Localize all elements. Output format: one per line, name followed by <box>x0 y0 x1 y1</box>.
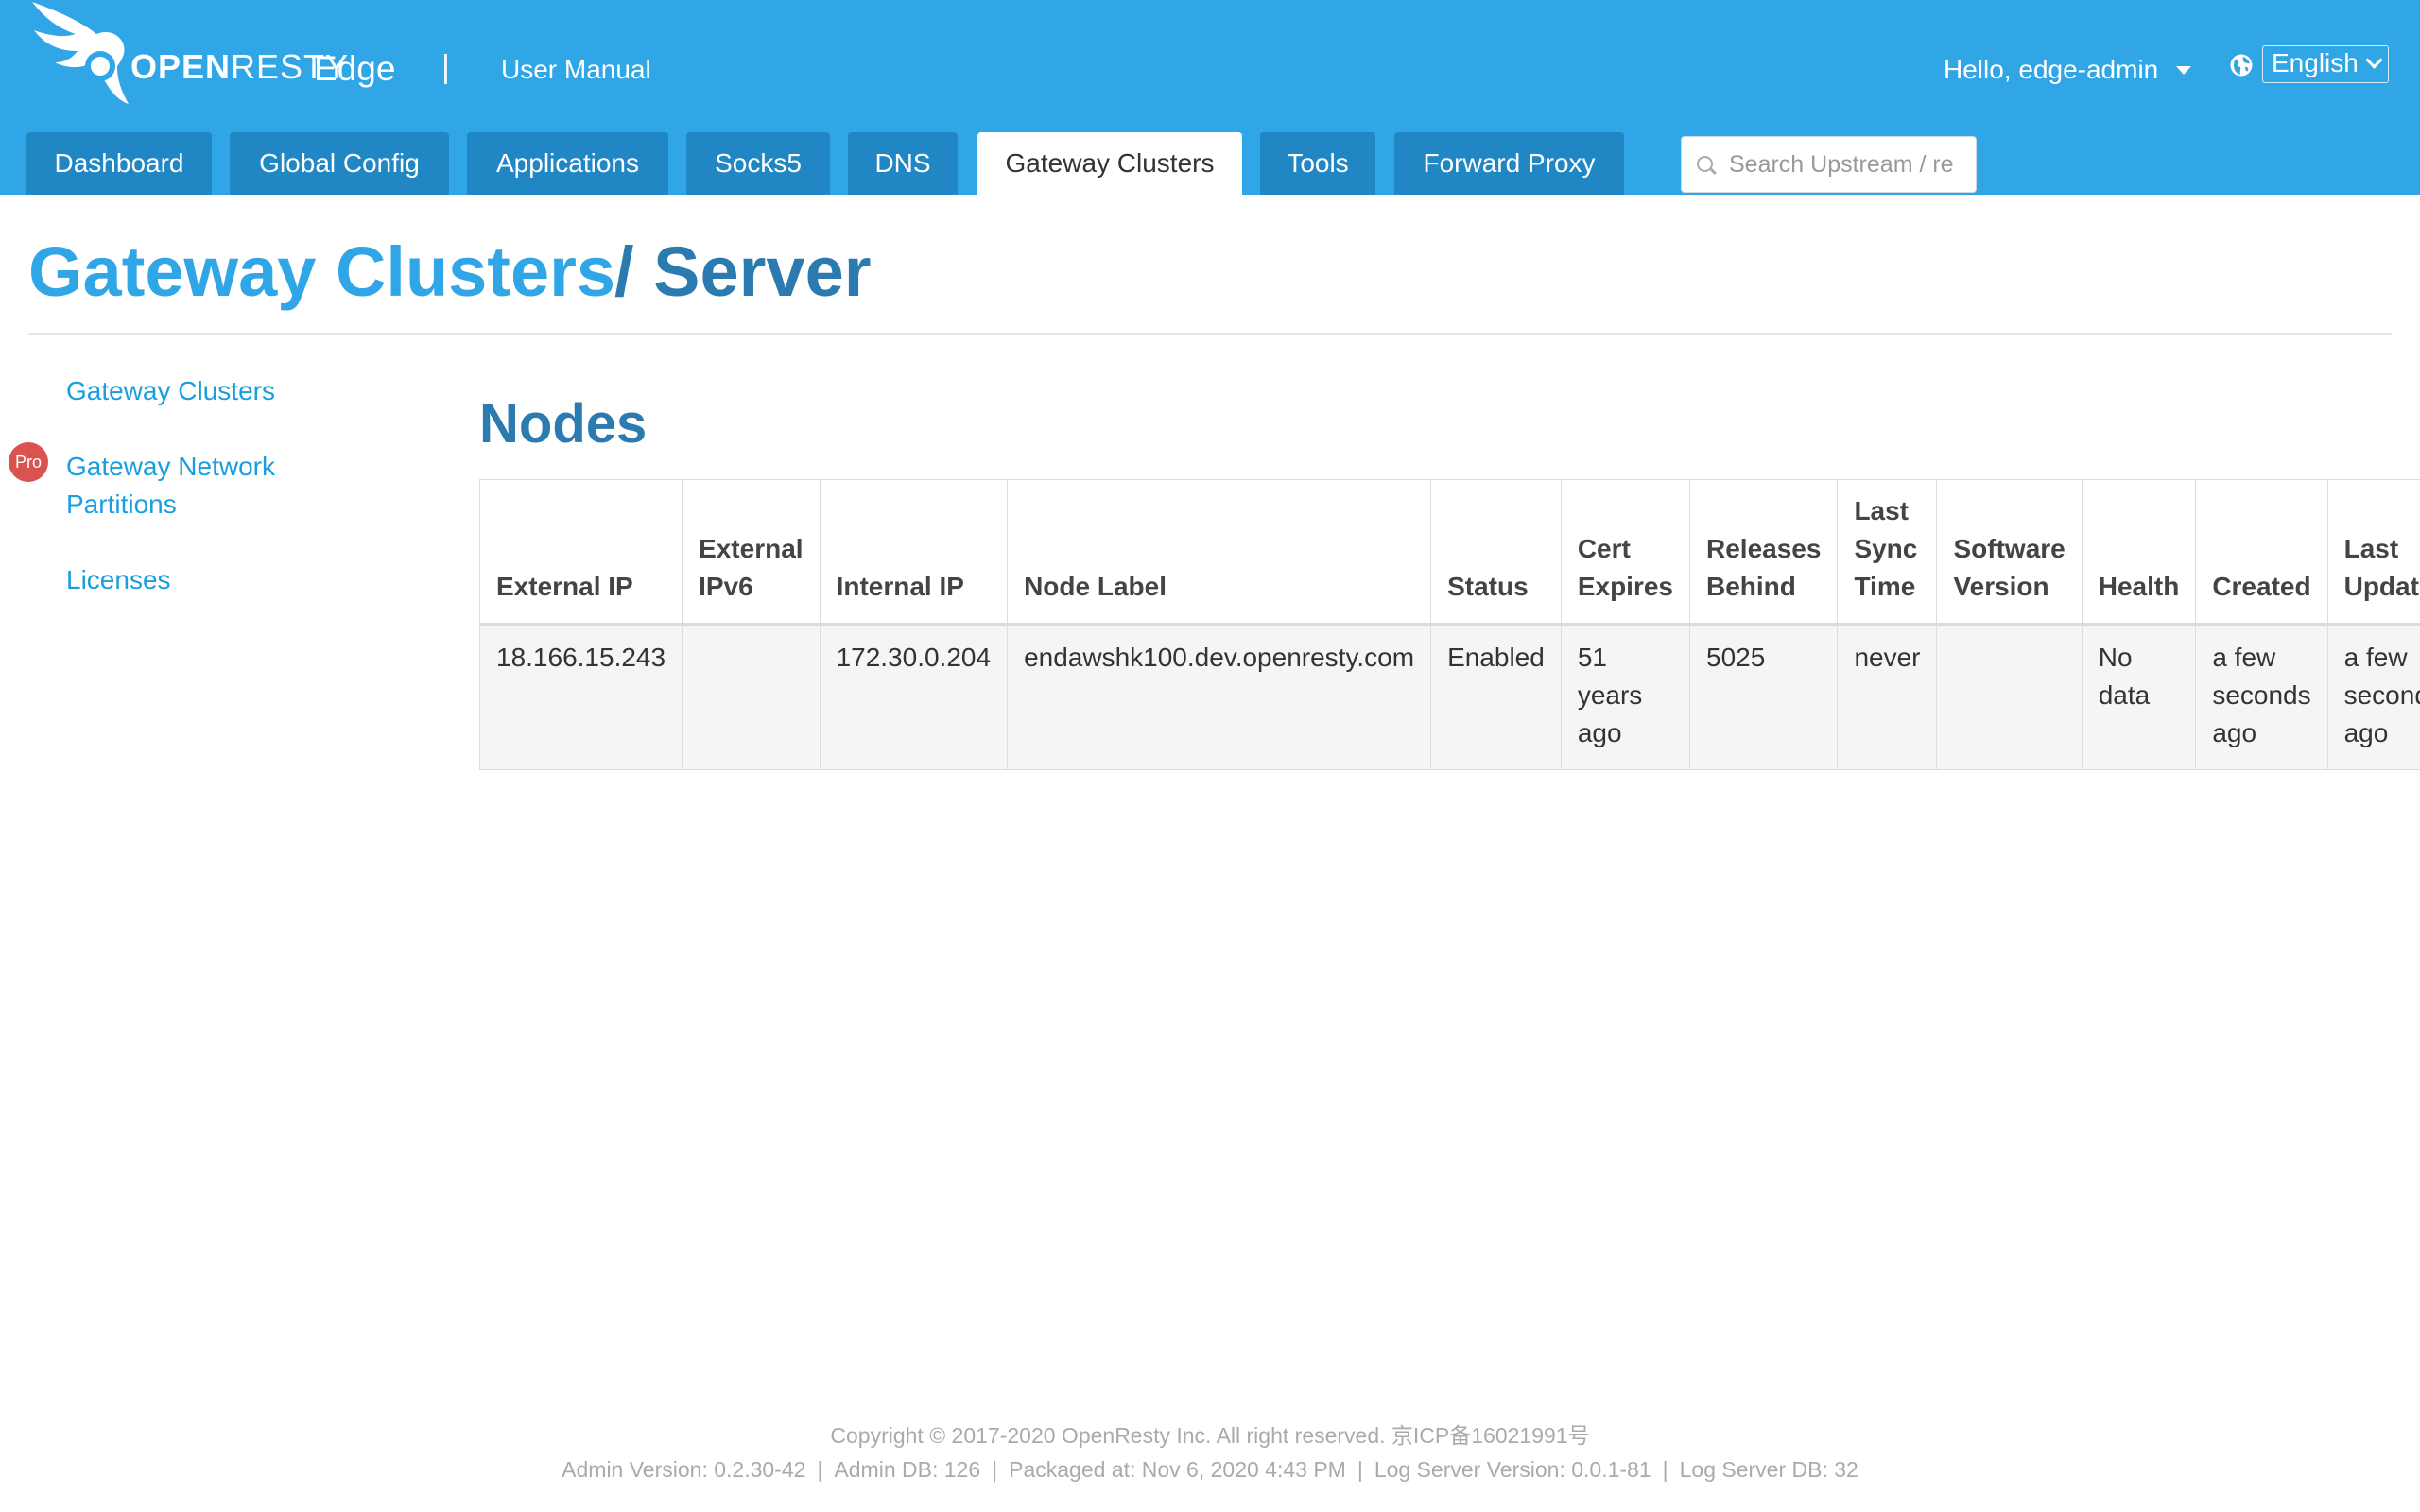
footer-separator: | <box>817 1457 823 1482</box>
footer-copyright: Copyright © 2017-2020 OpenResty Inc. All… <box>830 1423 1590 1448</box>
tab-forward-proxy[interactable]: Forward Proxy <box>1394 132 1624 195</box>
user-manual-link[interactable]: User Manual <box>501 55 651 85</box>
cell-internal-ip: 172.30.0.204 <box>819 624 1009 770</box>
table-header-row: External IP External IPv6 Internal IP No… <box>478 479 2420 625</box>
column-header[interactable]: External IP <box>478 479 683 625</box>
header-separator: | <box>441 49 450 85</box>
caret-down-icon[interactable] <box>2176 66 2191 75</box>
tab-gateway-clusters[interactable]: Gateway Clusters <box>977 132 1242 195</box>
tab-dashboard[interactable]: Dashboard <box>26 132 212 195</box>
page-title: / Server <box>614 232 872 311</box>
globe-icon <box>2230 54 2253 77</box>
column-header[interactable]: Created <box>2195 479 2328 625</box>
table-row[interactable]: 18.166.15.243 172.30.0.204 endawshk100.d… <box>478 624 2420 770</box>
product-name: Edge <box>314 49 396 88</box>
tab-socks5[interactable]: Socks5 <box>686 132 830 195</box>
footer-separator: | <box>1662 1457 1668 1482</box>
bird-logo-icon <box>32 2 129 104</box>
cell-node-label: endawshk100.dev.openresty.com <box>1007 624 1432 770</box>
log-server-db: Log Server DB: 32 <box>1679 1457 1858 1482</box>
cell-releases-behind: 5025 <box>1688 624 1839 770</box>
nodes-heading: Nodes <box>479 393 648 455</box>
admin-version: Admin Version: 0.2.30-42 <box>562 1457 806 1482</box>
cell-software-version <box>1936 624 2083 770</box>
column-header[interactable]: Cert Expires <box>1560 479 1691 625</box>
cell-external-ip[interactable]: 18.166.15.243 <box>478 624 683 770</box>
title-divider <box>28 333 2392 335</box>
column-header[interactable]: Software Version <box>1936 479 2083 625</box>
sidebar-item-gateway-clusters[interactable]: Gateway Clusters <box>66 372 275 410</box>
cell-last-updated: a few seconds ago <box>2326 624 2420 770</box>
column-header[interactable]: Node Label <box>1007 479 1432 625</box>
sidebar-item-gateway-network-partitions[interactable]: Gateway Network Partitions <box>66 448 275 524</box>
footer-separator: | <box>1357 1457 1363 1482</box>
search-input[interactable] <box>1729 148 1965 180</box>
column-header[interactable]: Status <box>1430 479 1562 625</box>
language-select[interactable]: English <box>2262 45 2389 83</box>
nodes-table: External IP External IPv6 Internal IP No… <box>478 479 2420 770</box>
sidebar-item-label: Gateway Network <box>66 452 275 481</box>
column-header[interactable]: Last Sync Time <box>1837 479 1938 625</box>
user-menu[interactable]: Hello, edge-admin <box>1944 55 2158 85</box>
cell-last-sync-time: never <box>1837 624 1938 770</box>
openresty-logo[interactable]: OPENRESTY <box>26 0 348 109</box>
breadcrumb-parent[interactable]: Gateway Clusters <box>28 232 615 312</box>
packaged-at: Packaged at: Nov 6, 2020 4:43 PM <box>1009 1457 1346 1482</box>
tab-global-config[interactable]: Global Config <box>230 132 449 195</box>
search-icon <box>1697 156 1713 172</box>
cell-health: No data <box>2081 624 2197 770</box>
footer-versions: Admin Version: 0.2.30-42 | Admin DB: 126 | P… <box>0 1457 2420 1483</box>
column-header[interactable]: Last Updated <box>2326 479 2420 625</box>
admin-db: Admin DB: 126 <box>834 1457 981 1482</box>
column-header[interactable]: Releases Behind <box>1688 479 1839 625</box>
search-box[interactable] <box>1681 136 1977 193</box>
footer-separator: | <box>992 1457 998 1482</box>
pro-badge: Pro <box>9 442 48 482</box>
cell-created: a few seconds ago <box>2195 624 2328 770</box>
top-header: OPENRESTY Edge | User Manual Hello, edge… <box>0 0 2420 195</box>
tab-dns[interactable]: DNS <box>848 132 958 195</box>
chevron-down-icon <box>2365 51 2383 69</box>
log-server-version: Log Server Version: 0.0.1-81 <box>1374 1457 1651 1482</box>
column-header[interactable]: Health <box>2081 479 2197 625</box>
cell-status: Enabled <box>1430 624 1562 770</box>
language-value: English <box>2272 48 2359 77</box>
cell-cert-expires: 51 years ago <box>1560 624 1691 770</box>
column-header[interactable]: External IPv6 <box>682 479 821 625</box>
tab-applications[interactable]: Applications <box>467 132 668 195</box>
tab-tools[interactable]: Tools <box>1260 132 1375 195</box>
sidebar-item-licenses[interactable]: Licenses <box>66 561 171 599</box>
column-header[interactable]: Internal IP <box>819 479 1009 625</box>
sidebar-item-label: Partitions <box>66 490 177 519</box>
cell-external-ipv6 <box>682 624 821 770</box>
